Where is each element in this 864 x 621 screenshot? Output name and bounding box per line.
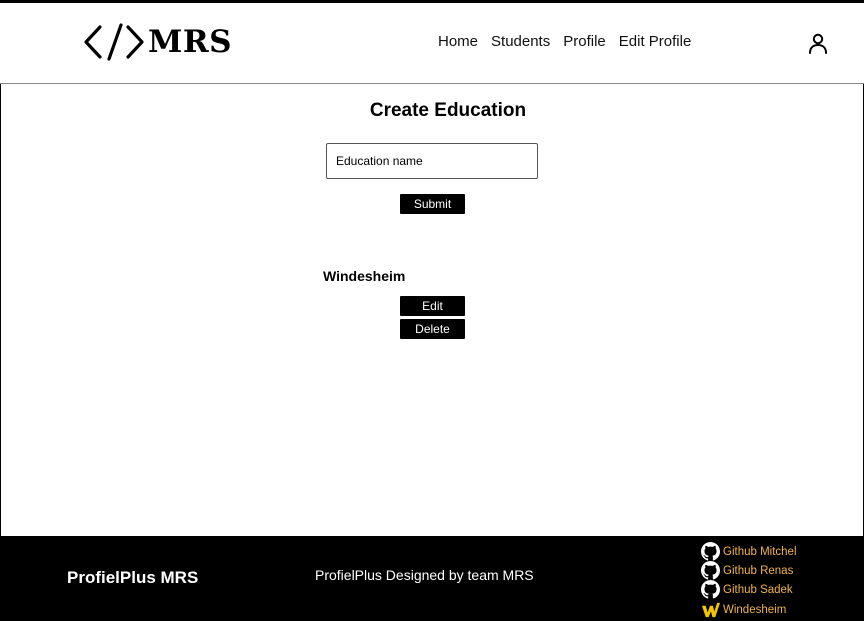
footer-link-label: Github Renas xyxy=(723,564,794,577)
code-brackets-icon xyxy=(84,23,144,61)
main-content: Create Education Submit Windesheim Edit … xyxy=(0,84,864,535)
nav-home[interactable]: Home xyxy=(438,33,478,51)
delete-button[interactable]: Delete xyxy=(400,319,465,339)
github-icon xyxy=(701,580,720,599)
footer-link-label: Windesheim xyxy=(723,603,787,616)
education-name-input[interactable] xyxy=(326,143,538,179)
github-icon xyxy=(701,561,720,580)
nav-profile[interactable]: Profile xyxy=(563,33,606,51)
education-item-name: Windesheim xyxy=(323,268,406,284)
nav-students[interactable]: Students xyxy=(491,33,550,51)
footer-brand: ProfielPlus MRS xyxy=(67,568,199,587)
footer-link-github-sadek[interactable]: Github Sadek xyxy=(701,580,797,599)
footer-credit: ProfielPlus Designed by team MRS xyxy=(315,567,534,583)
github-icon xyxy=(701,542,720,561)
logo[interactable]: MRS xyxy=(84,23,232,61)
user-icon[interactable] xyxy=(808,33,828,55)
footer-link-windesheim[interactable]: Windesheim xyxy=(701,600,797,619)
footer-links: Github Mitchel Github Renas Github Sadek… xyxy=(701,542,797,619)
page-title: Create Education xyxy=(369,100,527,121)
footer-link-github-mitchel[interactable]: Github Mitchel xyxy=(701,542,797,561)
main-nav: Home Students Profile Edit Profile xyxy=(438,33,691,51)
footer-link-github-renas[interactable]: Github Renas xyxy=(701,561,797,580)
site-footer: ProfielPlus MRS ProfielPlus Designed by … xyxy=(0,536,864,621)
footer-link-label: Github Sadek xyxy=(723,583,793,596)
windesheim-icon xyxy=(701,602,720,618)
logo-text: MRS xyxy=(148,24,232,60)
footer-link-label: Github Mitchel xyxy=(723,545,797,558)
nav-edit-profile[interactable]: Edit Profile xyxy=(619,33,692,51)
site-header: MRS Home Students Profile Edit Profile xyxy=(0,3,864,84)
edit-button[interactable]: Edit xyxy=(400,296,465,316)
submit-button[interactable]: Submit xyxy=(400,194,465,214)
